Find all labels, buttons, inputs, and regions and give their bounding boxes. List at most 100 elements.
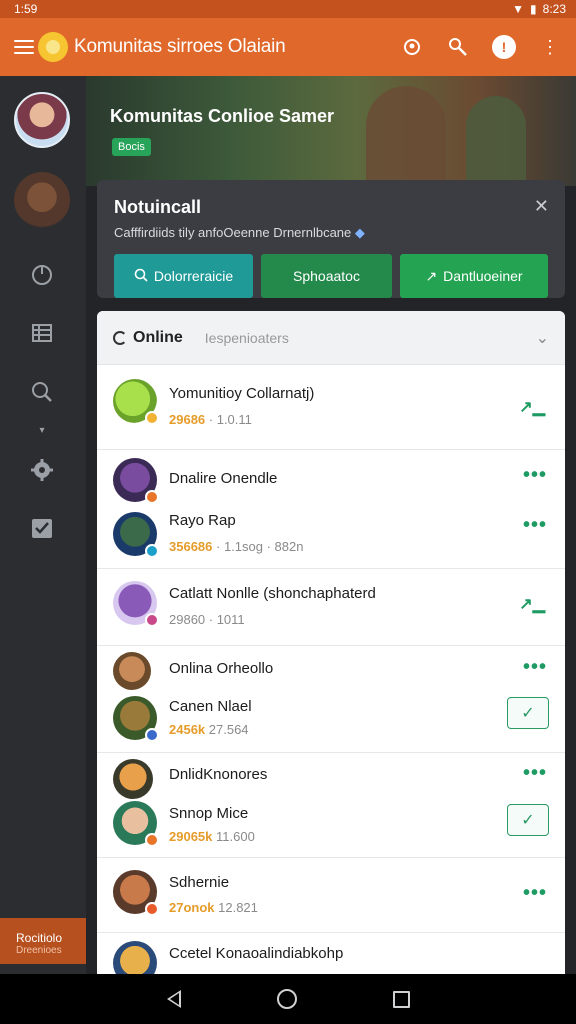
list-item-meta: 356686 · 1.1sog · 882n (169, 539, 304, 554)
search-user-icon[interactable] (400, 35, 424, 59)
trend-icon[interactable]: ↗▁ (519, 397, 545, 417)
list-item[interactable]: Catlatt Nonlle (shonchaphaterd 29860 · 1… (97, 569, 565, 645)
list-item-name: Canen Nlael (169, 698, 252, 715)
check-icon: ✓ (521, 812, 535, 829)
more-icon[interactable]: ••• (523, 656, 547, 679)
more-icon[interactable]: ••• (523, 464, 547, 487)
list-item[interactable]: Onlina Orheollo ••• (97, 646, 565, 692)
home-icon[interactable] (276, 989, 297, 1009)
status-bar: 1:59 ▼ ▮ 8:23 (0, 0, 576, 18)
list-item[interactable]: Ccetel Konaoalindiabkohp (97, 933, 565, 974)
list-item-name: Dnalire Onendle (169, 470, 278, 487)
list-item[interactable]: Dnalire Onendle ••• (97, 450, 565, 504)
app-bar: Komunitas sirroes Olaiain ! ⋮ (0, 18, 576, 76)
avatar (113, 581, 159, 627)
banner-tag[interactable]: Bocis (112, 138, 151, 156)
list-header[interactable]: Online Iespenioaters ⌄ (97, 311, 565, 365)
status-icons: ▼ ▮ 8:23 (512, 2, 566, 16)
close-icon[interactable]: ✕ (534, 196, 549, 217)
community-avatar[interactable] (14, 172, 70, 228)
notification-button-1-label: Dolorreraicie (153, 268, 234, 284)
list-item-name: Onlina Orheollo (169, 660, 274, 677)
notification-button-3[interactable]: ↗ Dantluoeiner (400, 254, 548, 298)
list-item-name: Snnop Mice (169, 805, 249, 822)
avatar (113, 458, 159, 504)
avatar (113, 870, 159, 916)
more-icon[interactable]: ••• (523, 762, 547, 785)
banner-title: Komunitas Conlioe Samer (110, 106, 335, 126)
list-item-name: Sdhernie (169, 874, 230, 891)
avatar (113, 941, 157, 974)
notification-button-2-label: Sphoaatoc (293, 268, 360, 284)
check-icon: ✓ (521, 705, 535, 722)
rail-bottom-subtitle: Dreenioes (16, 945, 62, 956)
profile-avatar[interactable] (14, 92, 70, 148)
side-rail: ▾ Rocitiolo Dreenioes (0, 76, 86, 974)
avatar (113, 801, 159, 847)
avatar (113, 759, 153, 799)
member-list: Online Iespenioaters ⌄ Yomunitioy Collar… (97, 311, 565, 974)
avatar (113, 512, 159, 558)
help-icon[interactable]: ! (492, 35, 516, 59)
accept-button[interactable]: ✓ (507, 697, 549, 729)
wifi-icon: ▼ (512, 2, 525, 16)
list-item-meta: 29860 · 1011 (169, 612, 245, 627)
app-actions: ! ⋮ (400, 35, 562, 59)
link-icon[interactable] (446, 35, 470, 59)
list-header-tab[interactable]: Online (133, 329, 183, 347)
search-icon (134, 268, 148, 285)
battery-icon: ▮ (530, 2, 537, 16)
accept-button[interactable]: ✓ (507, 804, 549, 836)
rail-bottom-title: Rocitiolo (16, 931, 63, 945)
notification-card: Notuincall ✕ Cafffirdiids tily anfoOeenn… (97, 180, 565, 298)
recent-apps-icon[interactable] (392, 990, 410, 1008)
list-item-name: Rayo Rap (169, 512, 236, 529)
loading-icon (113, 330, 127, 345)
more-icon[interactable]: ••• (523, 514, 547, 537)
list-item-meta: 27onok 12.821 (169, 900, 258, 915)
chevron-down-icon[interactable]: ⌄ (536, 328, 549, 348)
list-item[interactable]: Sdhernie 27onok 12.821 ••• (97, 858, 565, 932)
notification-button-1[interactable]: Dolorreraicie (114, 254, 253, 298)
rail-bottom-panel[interactable]: Rocitiolo Dreenioes (0, 918, 86, 964)
gear-icon[interactable] (28, 456, 56, 484)
arrow-icon: ↗ (425, 267, 438, 284)
overflow-icon[interactable]: ⋮ (538, 35, 562, 59)
list-item[interactable]: Canen Nlael 2456k 27.564 ✓ (97, 692, 565, 752)
status-right-time: 8:23 (542, 2, 566, 16)
more-icon[interactable]: ••• (523, 882, 547, 905)
list-item[interactable]: Rayo Rap 356686 · 1.1sog · 882n ••• (97, 500, 565, 568)
checkbox-icon[interactable] (28, 514, 56, 542)
community-banner: Komunitas Conlioe Samer Bocis (86, 76, 576, 186)
avatar (113, 696, 159, 742)
list-item-name: Ccetel Konaoalindiabkohp (169, 945, 344, 962)
back-icon[interactable] (166, 990, 181, 1008)
gem-icon: ◆ (354, 225, 365, 240)
notification-text: Cafffirdiids tily anfoOeenne Drnernlbcan… (114, 225, 365, 241)
status-time: 1:59 (14, 2, 38, 16)
list-item-meta: 2456k 27.564 (169, 722, 249, 737)
list-item-meta: 29065k 11.600 (169, 829, 255, 844)
list-item-name: DnlidKnonores (169, 766, 268, 783)
list-item-name: Yomunitioy Collarnatj) (169, 385, 315, 402)
trend-icon[interactable]: ↗▁ (519, 594, 545, 614)
list-icon[interactable] (28, 319, 56, 347)
search-icon[interactable] (28, 378, 56, 406)
app-title: Komunitas sirroes Olaiain (74, 36, 286, 57)
app-logo (38, 32, 68, 62)
notification-button-3-label: Dantluoeiner (443, 268, 523, 284)
list-item-name: Catlatt Nonlle (shonchaphaterd (169, 585, 376, 602)
notification-button-2[interactable]: Sphoaatoc (261, 254, 392, 298)
list-item[interactable]: Yomunitioy Collarnatj) 29686 · 1.0.11 ↗▁ (97, 365, 565, 449)
avatar (113, 379, 159, 425)
hamburger-icon[interactable] (14, 40, 34, 54)
list-item[interactable]: Snnop Mice 29065k 11.600 ✓ (97, 799, 565, 857)
list-item[interactable]: DnlidKnonores ••• (97, 753, 565, 799)
list-item-meta: 29686 · 1.0.11 (169, 412, 252, 427)
system-nav-bar (0, 974, 576, 1024)
avatar (113, 652, 151, 690)
notification-text-content: Cafffirdiids tily anfoOeenne Drnernlbcan… (114, 225, 352, 240)
chevron-down-icon: ▾ (39, 424, 45, 436)
list-header-sub: Iespenioaters (204, 329, 289, 346)
power-icon[interactable] (28, 260, 56, 288)
